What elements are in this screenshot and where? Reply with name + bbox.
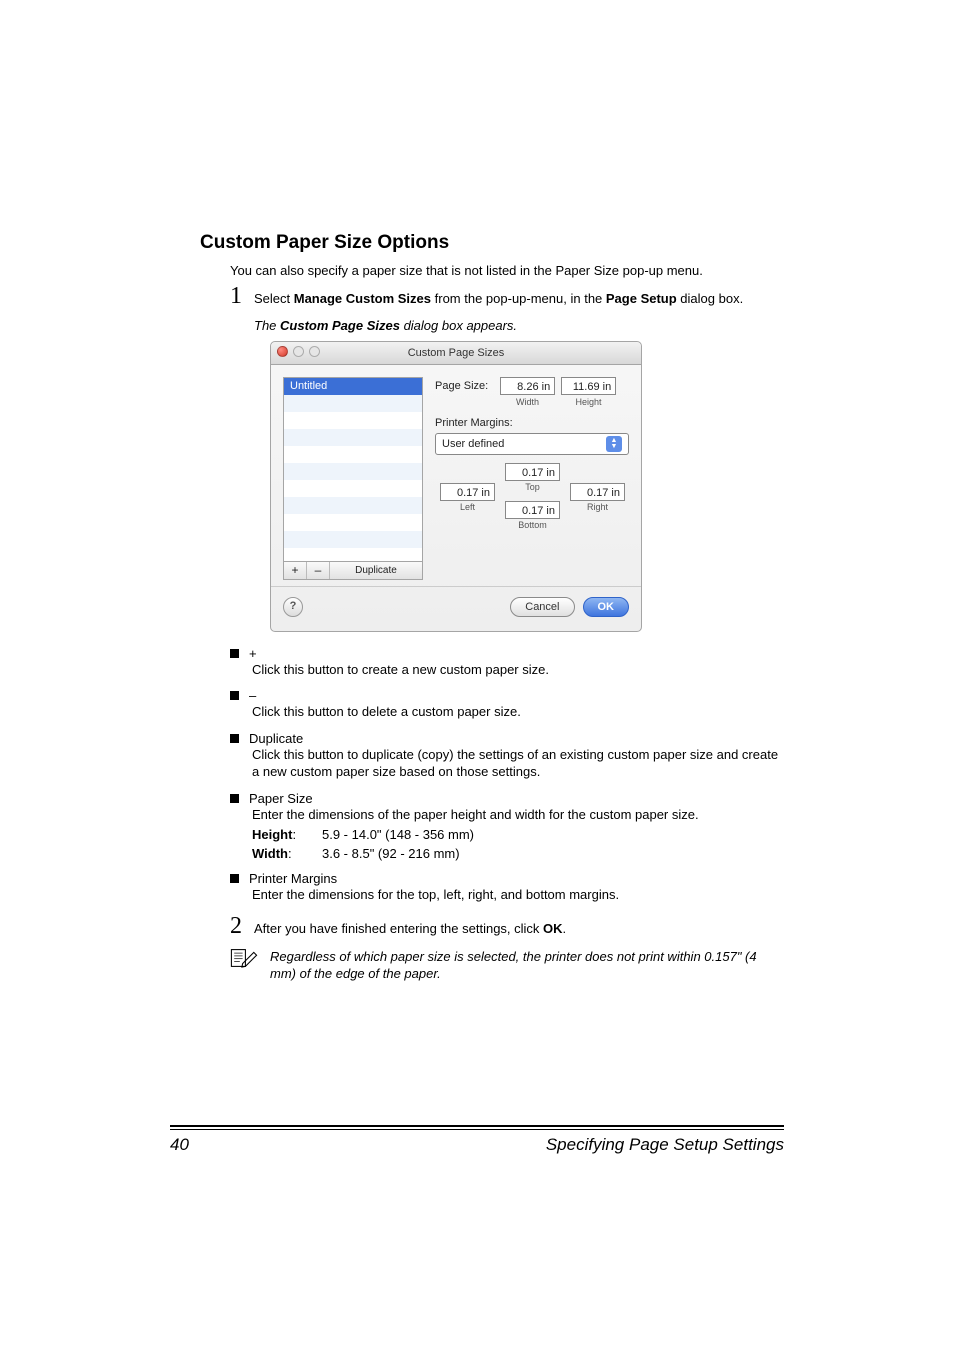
printer-margins-select[interactable]: User defined ▲▼ (435, 433, 629, 455)
duplicate-button[interactable]: Duplicate (330, 562, 422, 579)
bullet-icon (230, 649, 239, 658)
width-field[interactable]: 8.26 in (500, 377, 555, 395)
dialog-titlebar: Custom Page Sizes (271, 342, 641, 365)
width-spec: Width: 3.6 - 8.5" (92 - 216 mm) (252, 846, 784, 861)
page-size-row: Page Size: 8.26 in 11.69 in (435, 377, 629, 395)
step-1-number: 1 (230, 284, 254, 308)
bullet-icon (230, 734, 239, 743)
note: Regardless of which paper size is select… (230, 948, 784, 983)
margin-top-label: Top (505, 482, 560, 492)
list-item (284, 429, 422, 446)
page-footer: 40 Specifying Page Setup Settings (170, 1125, 784, 1155)
ok-button[interactable]: OK (583, 597, 630, 617)
width-label: Width (497, 397, 558, 407)
bullet-icon (230, 691, 239, 700)
bullet-minus: – Click this button to delete a custom p… (230, 688, 784, 721)
content-area: Custom Paper Size Options You can also s… (200, 232, 784, 983)
select-arrows-icon: ▲▼ (606, 436, 622, 452)
margin-right-label: Right (570, 502, 625, 512)
dialog-footer: ? Cancel OK (271, 586, 641, 631)
size-settings: Page Size: 8.26 in 11.69 in Width Height… (435, 377, 629, 580)
bullet-duplicate: Duplicate Click this button to duplicate… (230, 731, 784, 781)
custom-page-sizes-dialog: Custom Page Sizes Untitled (270, 341, 642, 632)
list-item (284, 463, 422, 480)
bullet-printer-margins: Printer Margins Enter the dimensions for… (230, 871, 784, 904)
help-button[interactable]: ? (283, 597, 303, 617)
margin-bottom-label: Bottom (505, 520, 560, 530)
list-item (284, 480, 422, 497)
step-1-text: Select Manage Custom Sizes from the pop-… (254, 284, 784, 308)
height-label: Height (558, 397, 619, 407)
section-body: You can also specify a paper size that i… (230, 262, 784, 983)
bullet-icon (230, 874, 239, 883)
add-button[interactable]: + (284, 562, 307, 579)
options-list: + Click this button to create a new cust… (230, 646, 784, 904)
bullet-plus: + Click this button to create a new cust… (230, 646, 784, 679)
window-controls (277, 346, 320, 357)
note-icon (230, 948, 258, 983)
margin-top-field[interactable]: 0.17 in (505, 463, 560, 481)
height-field[interactable]: 11.69 in (561, 377, 616, 395)
height-spec: Height: 5.9 - 14.0" (148 - 356 mm) (252, 827, 784, 842)
list-item (284, 531, 422, 548)
margin-left-label: Left (440, 502, 495, 512)
dialog-body: Untitled + (271, 365, 641, 586)
margin-bottom-field[interactable]: 0.17 in (505, 501, 560, 519)
list-item-selected[interactable]: Untitled (284, 378, 422, 395)
cancel-button[interactable]: Cancel (510, 597, 574, 617)
note-text: Regardless of which paper size is select… (270, 948, 784, 983)
list-toolbar: + – Duplicate (283, 562, 423, 580)
list-item (284, 446, 422, 463)
zoom-icon[interactable] (309, 346, 320, 357)
margin-right-field[interactable]: 0.17 in (570, 483, 625, 501)
step-2-text: After you have finished entering the set… (254, 914, 784, 938)
close-icon[interactable] (277, 346, 288, 357)
list-item (284, 412, 422, 429)
page-size-label: Page Size: (435, 380, 488, 392)
list-item (284, 497, 422, 514)
remove-button[interactable]: – (307, 562, 330, 579)
intro-paragraph: You can also specify a paper size that i… (230, 262, 784, 280)
step-2: 2 After you have finished entering the s… (230, 914, 784, 938)
dialog-caption: The Custom Page Sizes dialog box appears… (254, 318, 784, 333)
sizes-listbox[interactable]: Untitled (283, 377, 423, 562)
page-number: 40 (170, 1135, 230, 1155)
footer-title: Specifying Page Setup Settings (230, 1135, 784, 1155)
margin-left-field[interactable]: 0.17 in (440, 483, 495, 501)
minimize-icon[interactable] (293, 346, 304, 357)
bullet-icon (230, 794, 239, 803)
dialog-title: Custom Page Sizes (408, 347, 505, 359)
bullet-paper-size: Paper Size Enter the dimensions of the p… (230, 791, 784, 862)
printer-margins-label: Printer Margins: (435, 417, 629, 429)
section-heading: Custom Paper Size Options (200, 232, 784, 254)
sizes-list-pane: Untitled + (283, 377, 423, 580)
page: Custom Paper Size Options You can also s… (0, 0, 954, 1350)
list-item (284, 514, 422, 531)
step-1: 1 Select Manage Custom Sizes from the po… (230, 284, 784, 308)
list-item (284, 395, 422, 412)
margins-grid: 0.17 in Top 0.17 in Left 0.17 in Right 0… (435, 463, 629, 538)
step-2-number: 2 (230, 914, 254, 938)
